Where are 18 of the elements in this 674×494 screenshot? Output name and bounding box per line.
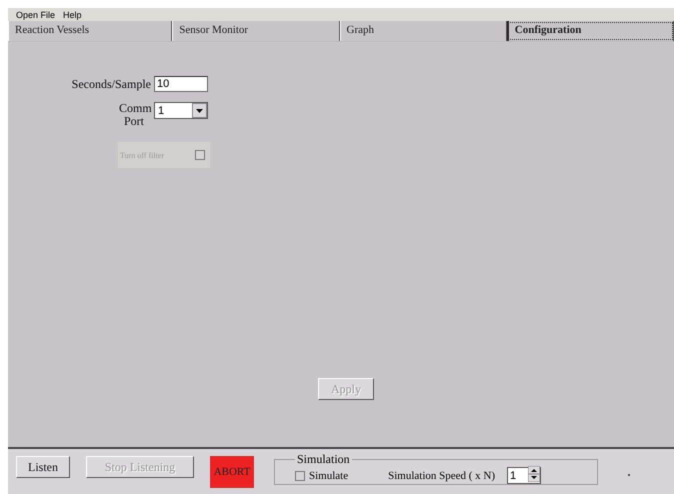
simulate-label: Simulate (309, 470, 348, 482)
seconds-label: Seconds/Sample (72, 76, 151, 92)
dropdown-arrow-icon (196, 108, 203, 112)
port-label: Comm Port (119, 102, 149, 128)
button[interactable]: Listen (16, 456, 70, 478)
tab[interactable]: Sensor Monitor (172, 21, 340, 41)
abort-button[interactable]: ABORT (210, 456, 254, 488)
menu-item[interactable]: Help (63, 10, 82, 20)
port-dropdown[interactable]: 1 (154, 102, 208, 119)
speed-label: Simulation Speed ( x N) (388, 470, 496, 482)
speed-spinner[interactable]: 1 (507, 467, 542, 484)
tab[interactable]: Graph (340, 21, 507, 41)
spin-arrows-icon (528, 466, 540, 482)
seconds-field[interactable]: 10 (154, 76, 208, 92)
tab[interactable]: Reaction Vessels (8, 21, 172, 41)
simulate-checkbox[interactable] (295, 470, 305, 480)
menu-item[interactable]: Open File (16, 10, 56, 20)
simulation-title: Simulation (296, 452, 351, 467)
